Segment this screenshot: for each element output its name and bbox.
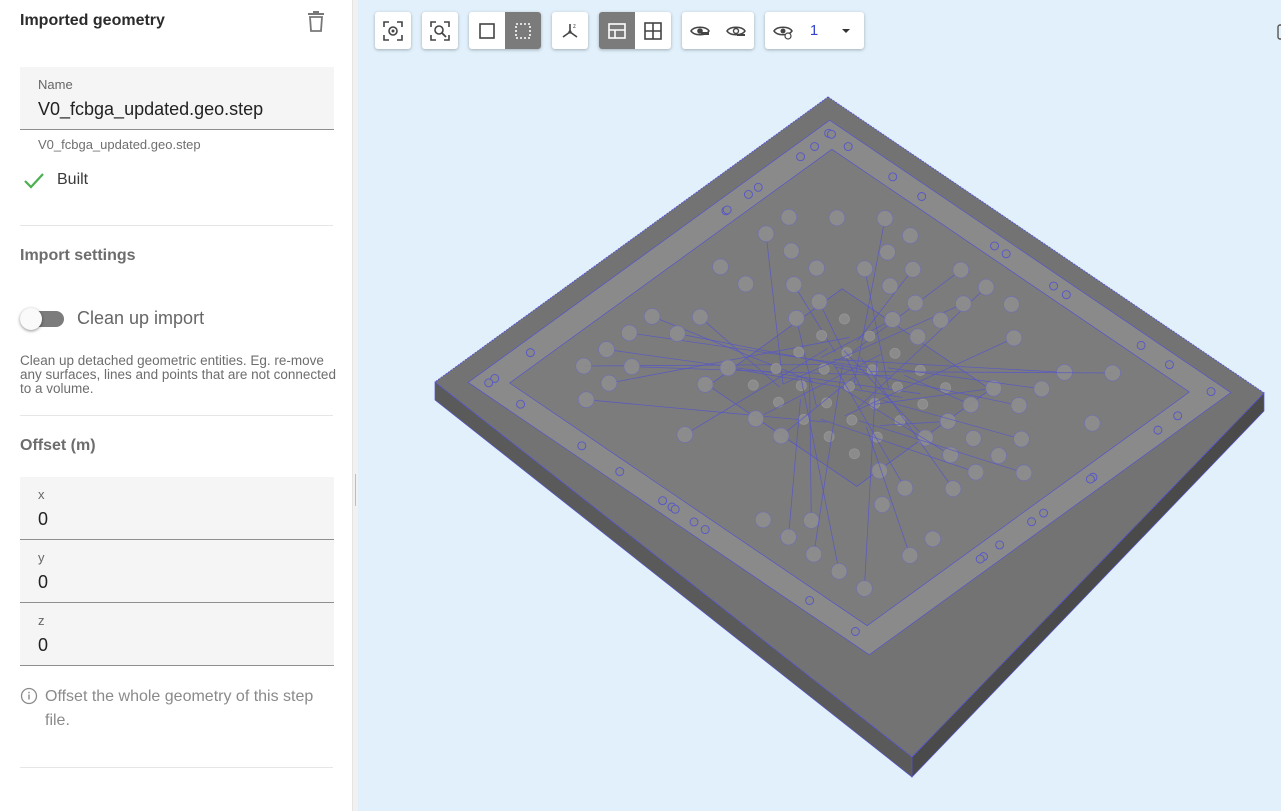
offset-y-label: y xyxy=(38,550,45,565)
offset-z-value[interactable]: 0 xyxy=(38,635,48,656)
panel-title: Imported geometry xyxy=(20,12,165,29)
focus-icon[interactable] xyxy=(375,12,411,49)
cleanup-import-label: Clean up import xyxy=(77,308,205,328)
build-status: Built xyxy=(57,171,89,188)
name-field-value[interactable]: V0_fcbga_updated.geo.step xyxy=(38,99,263,120)
solid-mode-icon[interactable] xyxy=(469,12,505,49)
hide-others-icon[interactable] xyxy=(718,12,754,49)
visibility-layer-icon[interactable] xyxy=(765,12,801,49)
offset-y-value[interactable]: 0 xyxy=(38,572,48,593)
offset-z-field[interactable]: z 0 xyxy=(20,603,334,666)
offset-z-label: z xyxy=(38,613,45,628)
offset-y-field[interactable]: y 0 xyxy=(20,540,334,603)
filename-text: V0_fcbga_updated.geo.step xyxy=(38,137,201,152)
offset-x-label: x xyxy=(38,487,45,502)
cleanup-import-toggle[interactable] xyxy=(20,308,64,330)
cleanup-description: Clean up detached geometric entities. Eg… xyxy=(20,353,336,396)
visibility-layer-value[interactable]: 1 xyxy=(801,12,827,49)
delete-icon[interactable] xyxy=(305,10,327,34)
hide-icon[interactable] xyxy=(682,12,718,49)
properties-panel: Imported geometry Name V0_fcbga_updated.… xyxy=(0,0,352,811)
name-field[interactable]: Name V0_fcbga_updated.geo.step xyxy=(20,67,334,130)
offset-x-value[interactable]: 0 xyxy=(38,509,48,530)
offset-heading: Offset (m) xyxy=(20,437,96,454)
divider-line xyxy=(20,767,333,768)
section-view-icon[interactable] xyxy=(599,12,635,49)
dashed-selection-icon[interactable] xyxy=(505,12,541,49)
zoom-fit-icon[interactable] xyxy=(422,12,458,49)
check-icon xyxy=(22,170,46,192)
3d-viewport[interactable]: z 1 xyxy=(358,0,1281,811)
fcbga-model[interactable] xyxy=(358,0,1281,811)
divider-line xyxy=(20,225,333,226)
panel-toggle-icon[interactable] xyxy=(1275,24,1281,40)
svg-text:z: z xyxy=(573,24,576,30)
info-icon xyxy=(20,687,38,705)
axes-icon[interactable]: z xyxy=(552,12,588,49)
name-field-label: Name xyxy=(38,77,73,92)
import-settings-heading: Import settings xyxy=(20,247,136,264)
offset-info-text: Offset the whole geometry of this step f… xyxy=(45,688,314,729)
chevron-down-icon[interactable] xyxy=(827,12,864,49)
grid-view-icon[interactable] xyxy=(635,12,671,49)
offset-x-field[interactable]: x 0 xyxy=(20,477,334,540)
divider-line xyxy=(20,415,333,416)
